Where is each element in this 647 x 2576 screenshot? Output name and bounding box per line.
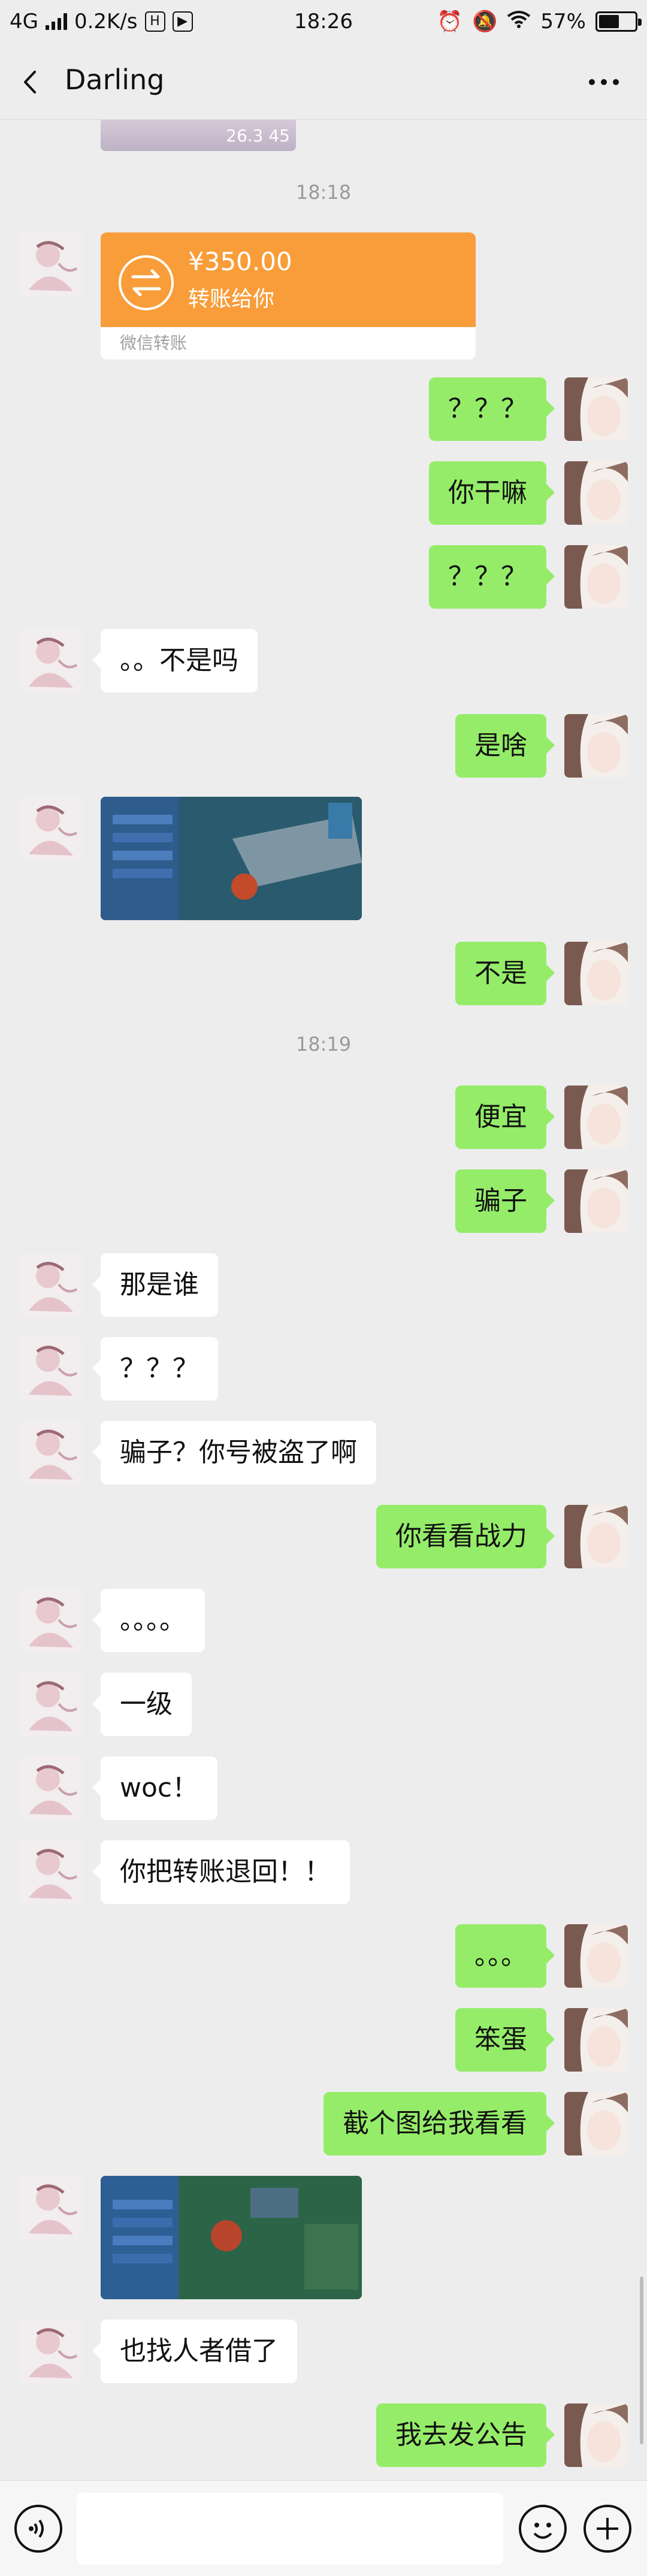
message-bubble[interactable]: 那是谁 <box>92 1253 218 1317</box>
scrollbar[interactable] <box>640 2276 643 2444</box>
message-bubble[interactable]: 你看看战力 <box>376 1505 555 1568</box>
message-bubble[interactable]: 便宜 <box>455 1086 555 1149</box>
avatar[interactable] <box>564 1086 628 1149</box>
message-bubble[interactable]: 骗子 <box>455 1169 555 1233</box>
message-bubble[interactable]: 。。不是吗 <box>92 629 258 693</box>
status-right: ⏰ 🔕 57% <box>437 10 642 34</box>
avatar[interactable] <box>19 1253 83 1317</box>
transfer-footer: 微信转账 <box>120 333 188 353</box>
message-bubble[interactable]: ？？？ <box>429 545 555 609</box>
input-bar <box>0 2480 647 2576</box>
transfer-amount: ¥350.00 <box>188 247 292 276</box>
message-input[interactable] <box>77 2493 503 2565</box>
message-bubble[interactable]: 你干嘛 <box>429 461 555 525</box>
avatar[interactable] <box>564 2008 628 2072</box>
avatar[interactable] <box>564 2092 628 2155</box>
avatar[interactable] <box>19 1673 83 1736</box>
avatar[interactable] <box>19 1589 83 1652</box>
avatar[interactable] <box>19 2176 83 2239</box>
plus-icon[interactable] <box>583 2505 631 2553</box>
more-icon[interactable] <box>585 67 623 97</box>
message-bubble[interactable]: 是啥 <box>455 714 555 778</box>
battery-fill <box>599 15 619 28</box>
chat-title: Darling <box>65 64 165 96</box>
message-bubble[interactable]: 笨蛋 <box>455 2008 555 2072</box>
image-message[interactable] <box>101 797 362 920</box>
message-bubble[interactable]: woc！ <box>92 1756 218 1820</box>
avatar[interactable] <box>564 2403 628 2467</box>
avatar[interactable] <box>19 2320 83 2383</box>
mute-icon: 🔕 <box>472 10 498 34</box>
avatar[interactable] <box>19 629 83 693</box>
avatar[interactable] <box>19 1840 83 1904</box>
voice-icon[interactable] <box>14 2505 62 2553</box>
avatar[interactable] <box>564 1505 628 1568</box>
timestamp: 18:18 <box>295 181 352 204</box>
emoji-icon[interactable] <box>519 2505 567 2553</box>
message-bubble[interactable]: 。。。 <box>455 1924 555 1988</box>
battery-percent: 57% <box>540 10 586 34</box>
status-bar: 4G 0.2K/s H ▶ 18:26 ⏰ 🔕 57% <box>0 0 647 46</box>
back-arrow-icon[interactable] <box>17 67 47 97</box>
transfer-message[interactable]: ¥350.00 转账给你 微信转账 <box>101 232 476 359</box>
chat-header: Darling <box>0 46 647 120</box>
message-bubble[interactable]: 我去发公告 <box>376 2403 555 2467</box>
message-bubble[interactable]: 也找人者借了 <box>92 2320 297 2383</box>
transfer-icon <box>119 255 174 310</box>
message-bubble[interactable]: 。。。。 <box>92 1589 205 1652</box>
avatar[interactable] <box>19 1421 83 1484</box>
message-bubble[interactable]: 一级 <box>92 1673 192 1736</box>
message-bubble[interactable]: 你把转账退回！！ <box>92 1840 350 1904</box>
avatar[interactable] <box>19 797 83 860</box>
avatar[interactable] <box>564 377 628 441</box>
transfer-card: ¥350.00 转账给你 <box>101 232 476 327</box>
avatar[interactable] <box>19 1756 83 1820</box>
wifi-icon <box>507 10 531 34</box>
alarm-icon: ⏰ <box>437 10 463 34</box>
message-bubble[interactable]: ？？？ <box>429 377 555 441</box>
avatar[interactable] <box>564 714 628 778</box>
chat-messages[interactable]: 26.3 45 18:18 ¥350.00 转账给你 微信转账 ？？？ 你干嘛 … <box>0 120 647 2480</box>
avatar[interactable] <box>564 461 628 525</box>
transfer-note: 转账给你 <box>188 287 275 312</box>
previous-image-message[interactable]: 26.3 45 <box>101 120 296 151</box>
timestamp: 18:19 <box>295 1033 352 1056</box>
avatar[interactable] <box>564 1924 628 1988</box>
avatar[interactable] <box>564 1169 628 1233</box>
message-bubble[interactable]: 骗子？你号被盗了啊 <box>92 1421 376 1484</box>
image-message[interactable] <box>101 2176 362 2299</box>
message-bubble[interactable]: ？？？ <box>92 1337 218 1401</box>
avatar[interactable] <box>19 1337 83 1401</box>
image-caption: 26.3 45 <box>226 126 290 146</box>
message-bubble[interactable]: 不是 <box>455 942 555 1005</box>
battery-icon <box>595 11 642 32</box>
avatar[interactable] <box>564 942 628 1005</box>
message-bubble[interactable]: 截个图给我看看 <box>324 2092 555 2155</box>
avatar[interactable] <box>564 545 628 609</box>
avatar[interactable] <box>19 232 83 296</box>
